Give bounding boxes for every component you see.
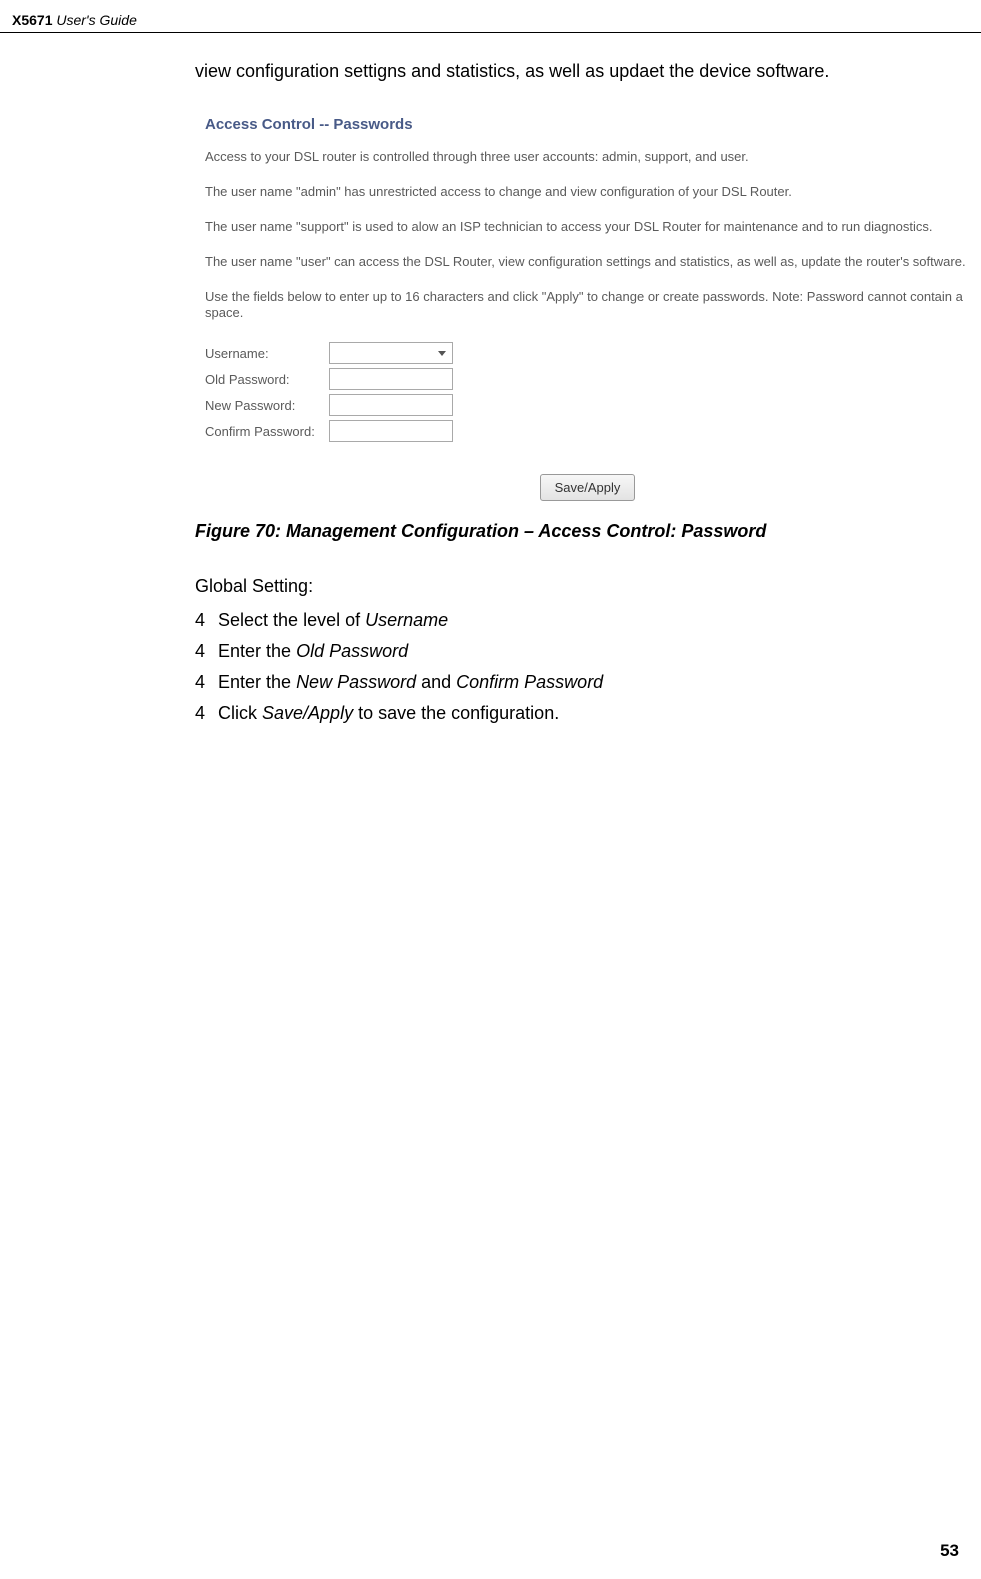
password-form: Username: Old Password: New Password: Co…: [205, 340, 457, 444]
steps-list: 4 Select the level of Username 4 Enter t…: [195, 607, 941, 727]
step-number: 4: [195, 607, 213, 634]
shot-paragraph: Access to your DSL router is controlled …: [205, 149, 970, 166]
shot-paragraph: The user name "user" can access the DSL …: [205, 254, 970, 271]
step-number: 4: [195, 638, 213, 665]
username-label: Username:: [205, 340, 329, 366]
shot-paragraph: The user name "support" is used to alow …: [205, 219, 970, 236]
step-em: New Password: [296, 672, 416, 692]
page-number: 53: [940, 1541, 959, 1561]
step-number: 4: [195, 669, 213, 696]
old-password-input[interactable]: [329, 368, 453, 390]
save-apply-button[interactable]: Save/Apply: [540, 474, 636, 501]
global-setting-heading: Global Setting:: [195, 576, 941, 597]
step-item: 4 Select the level of Username: [195, 607, 941, 634]
step-item: 4 Enter the New Password and Confirm Pas…: [195, 669, 941, 696]
header-model: X5671: [12, 12, 52, 28]
step-em: Confirm Password: [456, 672, 603, 692]
old-password-label: Old Password:: [205, 366, 329, 392]
step-text: Click: [218, 703, 262, 723]
intro-text: view configuration settigns and statisti…: [195, 61, 941, 82]
shot-paragraph: The user name "admin" has unrestricted a…: [205, 184, 970, 201]
step-text: Enter the: [218, 641, 296, 661]
header-rest: User's Guide: [52, 12, 136, 28]
figure-caption: Figure 70: Management Configuration – Ac…: [195, 521, 941, 542]
confirm-password-label: Confirm Password:: [205, 418, 329, 444]
step-item: 4 Click Save/Apply to save the configura…: [195, 700, 941, 727]
username-select[interactable]: [329, 342, 453, 364]
shot-title: Access Control -- Passwords: [205, 116, 970, 133]
confirm-password-input[interactable]: [329, 420, 453, 442]
step-item: 4 Enter the Old Password: [195, 638, 941, 665]
step-em: Username: [365, 610, 448, 630]
screenshot-access-control: Access Control -- Passwords Access to yo…: [195, 102, 980, 515]
step-em: Save/Apply: [262, 703, 353, 723]
new-password-label: New Password:: [205, 392, 329, 418]
step-text: to save the configuration.: [353, 703, 559, 723]
shot-paragraph: Use the fields below to enter up to 16 c…: [205, 289, 970, 323]
step-text: Select the level of: [218, 610, 365, 630]
page-header: X5671 User's Guide: [0, 0, 981, 33]
step-em: Old Password: [296, 641, 408, 661]
new-password-input[interactable]: [329, 394, 453, 416]
step-number: 4: [195, 700, 213, 727]
step-text: Enter the: [218, 672, 296, 692]
step-text: and: [416, 672, 456, 692]
